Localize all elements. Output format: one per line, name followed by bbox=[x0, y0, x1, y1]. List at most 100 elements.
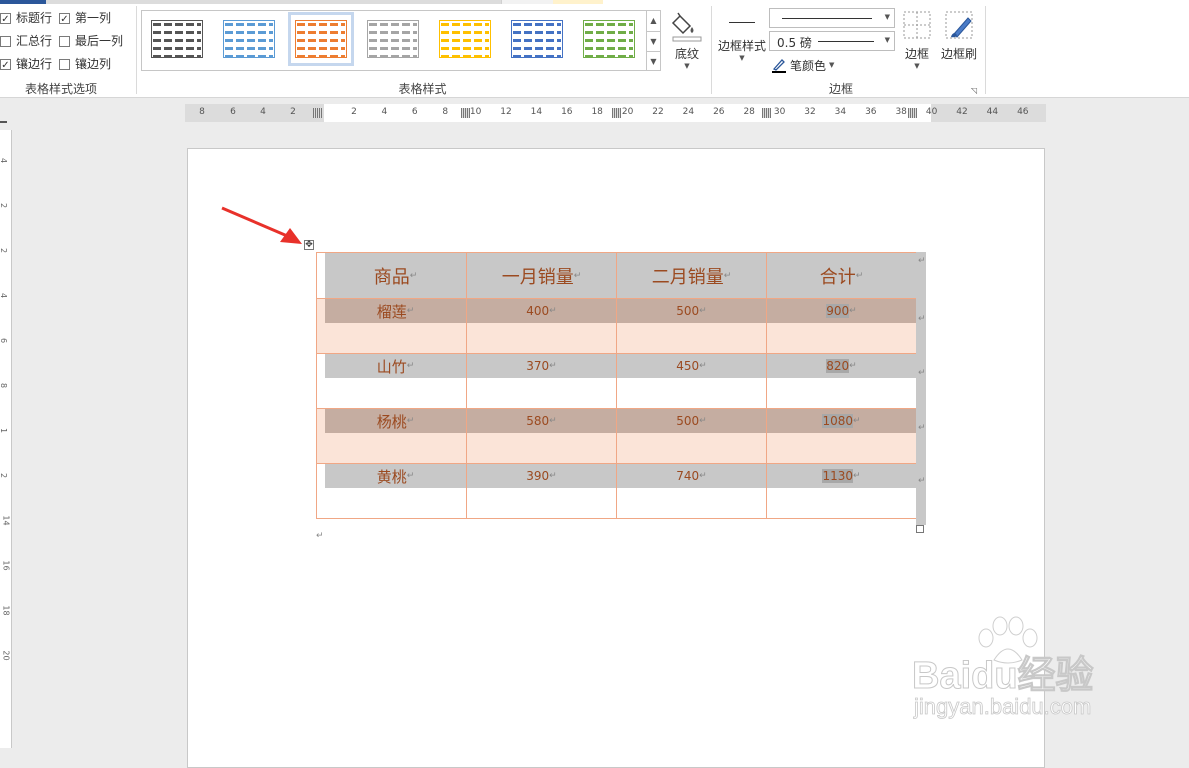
sales-table[interactable]: 商品 ↵ 一月销量 ↵ 二月销量 ↵ 合计 ↵ 榴莲 ↵ 400 ↵ 500 ↵ 900 ↵ 山… bbox=[316, 252, 917, 525]
ruler-tick-label: 20 bbox=[621, 107, 634, 117]
group-divider bbox=[985, 6, 986, 94]
table-cell[interactable]: 820 ↵ bbox=[766, 353, 917, 409]
column-marker[interactable] bbox=[461, 108, 470, 118]
vertical-ruler-tick-label: 6 bbox=[0, 338, 8, 343]
table-cell[interactable]: 1080 ↵ bbox=[766, 408, 917, 464]
table-cell[interactable]: 山竹 ↵ bbox=[316, 353, 467, 409]
table-cell[interactable]: 榴莲 ↵ bbox=[316, 298, 467, 354]
border-painter-label: 边框刷 bbox=[940, 47, 977, 61]
table-cell[interactable]: 370 ↵ bbox=[466, 353, 617, 409]
tab-active-indicator bbox=[0, 0, 46, 4]
end-of-row-mark: ↵ bbox=[918, 368, 926, 378]
last-column-checkbox[interactable] bbox=[59, 35, 70, 47]
table-cell[interactable]: 500 ↵ bbox=[616, 298, 767, 354]
table-cell[interactable]: 400 ↵ bbox=[466, 298, 617, 354]
ruler-tick-label: 16 bbox=[561, 107, 573, 117]
first-column-checkbox[interactable]: ✓ bbox=[59, 12, 70, 25]
paragraph-mark: ↵ bbox=[853, 416, 861, 426]
line-weight-dropdown[interactable]: 0.5 磅 ▼ bbox=[769, 31, 895, 51]
option-banded-columns[interactable]: 镶边列 bbox=[59, 55, 111, 73]
column-marker[interactable] bbox=[612, 108, 621, 118]
ribbon: ✓ 标题行 ✓ 第一列 汇总行 最后一列 ✓ 镶边行 镶边列 表格样式选项 ▲ … bbox=[0, 0, 1189, 98]
table-style-swatch[interactable] bbox=[581, 17, 637, 61]
table-cell[interactable]: 500 ↵ bbox=[616, 408, 767, 464]
ruler-tick-label: 42 bbox=[956, 107, 968, 117]
borders-button[interactable]: 边框 ▼ bbox=[899, 10, 935, 76]
table-cell[interactable]: 580 ↵ bbox=[466, 408, 617, 464]
paragraph-mark: ↵ bbox=[406, 471, 415, 481]
pen-icon bbox=[772, 59, 786, 73]
table-style-swatch[interactable] bbox=[437, 17, 493, 61]
table-cell[interactable]: 1130 ↵ bbox=[766, 463, 917, 519]
table-styles-group-label: 表格样式 bbox=[398, 82, 447, 96]
option-header-row[interactable]: ✓ 标题行 bbox=[0, 9, 52, 27]
table-style-swatch[interactable] bbox=[509, 17, 565, 61]
vertical-ruler-tick-label: 20 bbox=[1, 650, 11, 661]
banded-rows-checkbox[interactable]: ✓ bbox=[0, 58, 11, 71]
header-jan: 一月销量 bbox=[501, 266, 574, 288]
ruler-tick-label: 28 bbox=[743, 107, 755, 117]
swatch-frame bbox=[295, 20, 347, 58]
total-value: 1130 bbox=[822, 469, 853, 483]
table-cell[interactable]: 杨桃 ↵ bbox=[316, 408, 467, 464]
option-banded-rows[interactable]: ✓ 镶边行 bbox=[0, 55, 52, 73]
option-label: 第一列 bbox=[75, 11, 112, 25]
vertical-ruler[interactable]: 4224681214161820 bbox=[0, 130, 12, 748]
gallery-scroll-up[interactable]: ▲ bbox=[646, 11, 660, 31]
table-style-swatch[interactable] bbox=[365, 17, 421, 61]
table-resize-handle[interactable] bbox=[916, 525, 924, 533]
header-cell[interactable]: 合计 ↵ bbox=[766, 252, 917, 299]
table-style-swatch[interactable] bbox=[288, 12, 354, 66]
chevron-down-icon: ▼ bbox=[739, 54, 745, 62]
watermark-brand: Baidu经验 bbox=[912, 655, 1095, 698]
vertical-ruler-tick-label: 2 bbox=[0, 203, 8, 208]
table-cell[interactable]: 390 ↵ bbox=[466, 463, 617, 519]
table-styles-gallery[interactable]: ▲ ▼ ▼ bbox=[141, 10, 661, 71]
line-style-icon bbox=[729, 22, 755, 23]
borders-group-label: 边框 bbox=[828, 82, 853, 96]
border-styles-label: 边框样式 bbox=[717, 39, 766, 53]
border-painter-button[interactable]: 边框刷 bbox=[938, 10, 980, 76]
table-style-swatch[interactable] bbox=[221, 17, 277, 61]
gallery-more-button[interactable]: ▼ bbox=[646, 51, 660, 70]
table-style-swatch[interactable] bbox=[149, 17, 205, 61]
column-marker[interactable] bbox=[908, 108, 917, 118]
total-row-checkbox[interactable] bbox=[0, 35, 11, 47]
ruler-tick-label: 24 bbox=[682, 107, 695, 117]
paragraph-mark: ↵ bbox=[853, 471, 861, 481]
option-total-row[interactable]: 汇总行 bbox=[0, 32, 52, 50]
pen-color-button[interactable]: 笔颜色 ▼ bbox=[771, 56, 834, 74]
ruler-tick-label: 32 bbox=[804, 107, 816, 117]
option-first-column[interactable]: ✓ 第一列 bbox=[59, 9, 111, 27]
ruler-tick-label: 26 bbox=[713, 107, 725, 117]
line-style-dropdown[interactable]: ▼ bbox=[769, 8, 895, 28]
ruler-tick-label: 4 bbox=[381, 107, 388, 117]
chevron-down-icon: ▼ bbox=[684, 62, 690, 70]
header-cell[interactable]: 商品 ↵ bbox=[316, 252, 467, 299]
dialog-launcher-icon[interactable]: ◹ bbox=[971, 86, 977, 95]
table-cell[interactable]: 黄桃 ↵ bbox=[316, 463, 467, 519]
option-last-column[interactable]: 最后一列 bbox=[59, 32, 123, 50]
table-cell[interactable]: 450 ↵ bbox=[616, 353, 767, 409]
header-cell[interactable]: 二月销量 ↵ bbox=[616, 252, 767, 299]
paragraph-mark: ↵ bbox=[549, 416, 557, 426]
border-styles-button[interactable]: 边框样式 ▼ bbox=[716, 14, 768, 76]
ruler-tick-label: 12 bbox=[500, 107, 512, 117]
gallery-scroll-down[interactable]: ▼ bbox=[646, 31, 660, 51]
header-cell[interactable]: 一月销量 ↵ bbox=[466, 252, 617, 299]
table-cell[interactable]: 740 ↵ bbox=[616, 463, 767, 519]
banded-columns-checkbox[interactable] bbox=[59, 58, 70, 70]
ruler-tick-label: 6 bbox=[411, 107, 418, 117]
shading-button[interactable]: 底纹 ▼ bbox=[666, 10, 708, 76]
paragraph-mark: ↵ bbox=[849, 306, 857, 316]
shading-label: 底纹 bbox=[674, 47, 699, 61]
header-row-checkbox[interactable]: ✓ bbox=[0, 12, 11, 25]
ruler-tick-label: 2 bbox=[290, 107, 296, 117]
table-cell[interactable]: 900 ↵ bbox=[766, 298, 917, 354]
swatch-frame bbox=[439, 20, 491, 58]
table-move-handle-icon[interactable]: ✥ bbox=[304, 240, 314, 250]
column-marker[interactable] bbox=[762, 108, 771, 118]
table-style-options-group-label: 表格样式选项 bbox=[24, 82, 97, 96]
vertical-ruler-tick-label: 4 bbox=[0, 293, 8, 298]
column-marker[interactable] bbox=[313, 108, 322, 118]
